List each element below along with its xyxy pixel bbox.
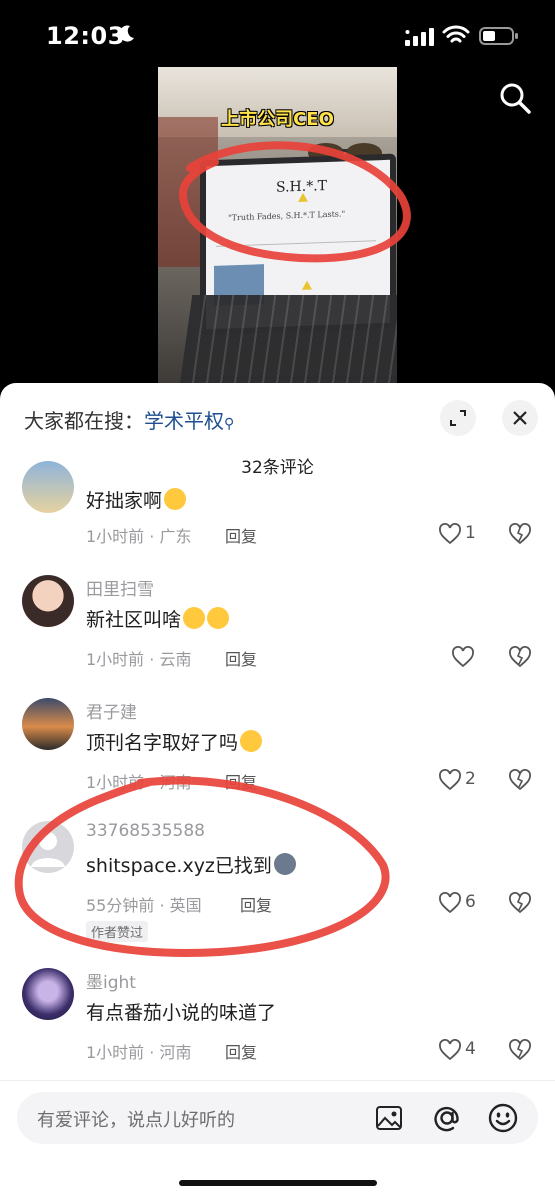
heart-icon[interactable] [438,892,462,914]
avatar[interactable] [22,821,74,873]
comment-meta: 55分钟前 · 英国 [86,896,202,915]
reply-button[interactable]: 回复 [225,1039,257,1063]
avatar[interactable] [22,698,74,750]
laptop-keyboard [179,295,397,385]
moon-icon [119,25,134,42]
broken-heart-icon[interactable] [508,523,532,545]
battery-icon [479,27,518,45]
comment-text: shitspace.xyz已找到 [86,851,296,878]
expand-icon [450,410,466,426]
avatar[interactable] [22,968,74,1020]
video-caption: 上市公司CEO [221,109,334,130]
broken-heart-icon[interactable] [508,769,532,791]
at-mention-icon[interactable] [431,1102,463,1134]
hot-search-prefix: 大家都在搜： [24,409,144,433]
comment-text: 有点番茄小说的味道了 [86,998,276,1025]
like-count: 6 [465,892,476,912]
laughing-emoji-icon [164,488,187,510]
emoji-icon[interactable] [487,1102,519,1134]
comment-meta: 1小时前 · 云南 [86,650,192,669]
broken-heart-icon[interactable] [508,646,532,668]
avatar[interactable] [22,461,74,513]
crying-laughing-emoji-icon [207,607,230,629]
comment-username[interactable]: 君子建 [86,698,137,723]
like-count: 4 [465,1039,476,1059]
comment-text-content: 好拙家啊 [86,490,163,512]
image-icon[interactable] [375,1104,403,1132]
search-icon[interactable] [497,80,533,116]
screen-divider [216,240,376,247]
warning-triangle-icon [302,280,312,290]
husky-emoji-icon [273,853,296,875]
wifi-icon [442,25,470,43]
heart-icon[interactable] [438,523,462,545]
close-button[interactable] [502,400,538,436]
comment-text: 好拙家啊 [86,486,187,513]
sweat-smile-emoji-icon [240,730,263,752]
screen-title: S.H.*.T [276,177,327,196]
comment-meta: 1小时前 · 河南 [86,1043,192,1062]
reply-button[interactable]: 回复 [225,523,257,547]
comment-count: 32条评论 [241,458,314,478]
crying-laughing-emoji-icon [183,607,206,629]
reply-button[interactable]: 回复 [240,892,272,916]
comment-input-placeholder: 有爱评论，说点儿好听的 [37,1110,235,1131]
comment-sheet: 大家都在搜：学术平权⚲ 32条评论 好拙家啊 1小时前 · 广东 回复 1 田里… [0,383,555,1200]
author-liked-badge: 作者赞过 [86,921,149,942]
reply-button[interactable]: 回复 [225,769,257,793]
broken-heart-icon[interactable] [508,892,532,914]
avatar[interactable] [22,575,74,627]
comment-username[interactable]: 墨ight [86,968,136,993]
comment-meta: 1小时前 · 河南 [86,773,192,792]
comment-username[interactable]: 33768535588 [86,821,205,841]
comment-username[interactable]: 田里扫雪 [86,575,154,600]
close-icon [513,411,527,425]
status-time: 12:03 [46,22,125,50]
reply-button[interactable]: 回复 [225,646,257,670]
status-bar: 12:03 [0,0,555,70]
comment-text: 新社区叫啥 [86,605,230,632]
heart-icon[interactable] [451,646,475,668]
hot-search-magnifier-icon: ⚲ [224,416,235,432]
heart-icon[interactable] [438,1039,462,1061]
broken-heart-icon[interactable] [508,1039,532,1061]
comment-text-content: shitspace.xyz已找到 [86,855,272,877]
screen-tagline: "Truth Fades, S.H.*.T Lasts." [228,209,346,223]
home-indicator[interactable] [179,1180,377,1186]
comment-text-content: 有点番茄小说的味道了 [86,1002,277,1024]
like-count: 1 [465,523,476,543]
hot-search[interactable]: 大家都在搜：学术平权⚲ [24,405,234,434]
comment-input[interactable]: 有爱评论，说点儿好听的 [17,1092,538,1144]
hot-search-keyword[interactable]: 学术平权 [144,409,224,433]
comment-text-content: 新社区叫啥 [86,609,182,631]
expand-button[interactable] [440,400,476,436]
comment-text-content: 顶刊名字取好了吗 [86,732,239,754]
default-avatar-icon [31,832,65,867]
comment-text: 顶刊名字取好了吗 [86,728,263,755]
signal-icon [405,28,434,46]
input-divider [0,1080,555,1081]
like-count: 2 [465,769,476,789]
comment-meta: 1小时前 · 广东 [86,527,192,546]
heart-icon[interactable] [438,769,462,791]
video-player[interactable]: S.H.*.T "Truth Fades, S.H.*.T Lasts." 上市… [158,67,397,385]
